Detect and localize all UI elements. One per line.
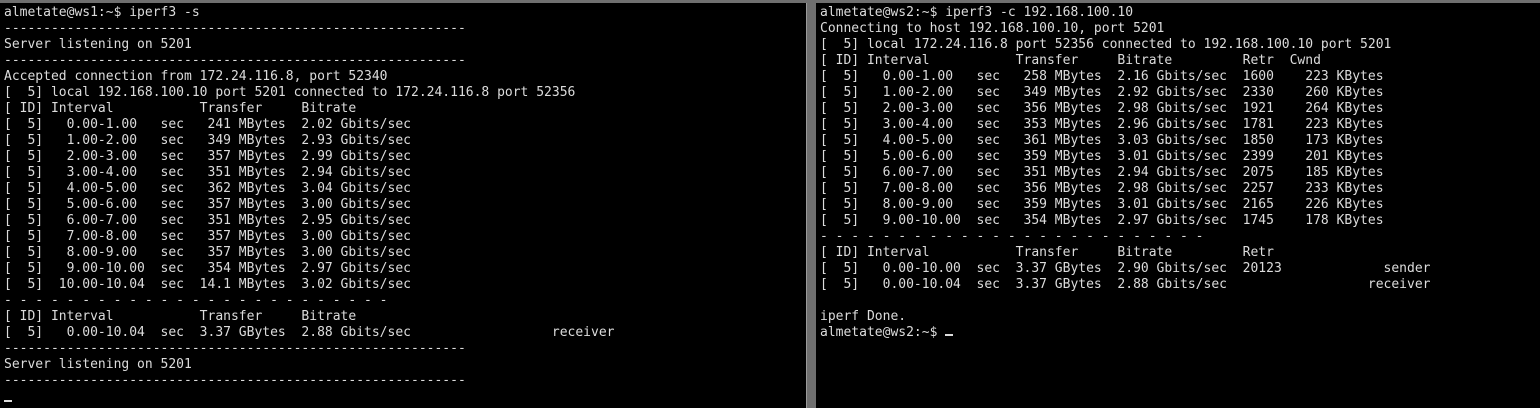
terminal-line: [ 5] 0.00-10.04 sec 3.37 GBytes 2.88 Gbi… <box>820 277 1431 292</box>
terminal-line: Server listening on 5201 <box>4 37 192 52</box>
terminal-cursor <box>4 400 12 402</box>
terminal-line: [ 5] 1.00-2.00 sec 349 MBytes 2.93 Gbits… <box>4 133 411 148</box>
terminal-line: [ 5] 3.00-4.00 sec 351 MBytes 2.94 Gbits… <box>4 165 411 180</box>
terminal-line: - - - - - - - - - - - - - - - - - - - - … <box>820 229 1204 244</box>
terminal-line: [ ID] Interval Transfer Bitrate Retr Cwn… <box>820 53 1321 68</box>
terminal-line: Accepted connection from 172.24.116.8, p… <box>4 69 388 84</box>
terminal-line: [ 5] 6.00-7.00 sec 351 MBytes 2.94 Gbits… <box>820 165 1384 180</box>
terminal-line: [ 5] 1.00-2.00 sec 349 MBytes 2.92 Gbits… <box>820 85 1384 100</box>
server-terminal-pane[interactable]: almetate@ws1:~$ iperf3 -s ---------------… <box>0 3 807 408</box>
terminal-line: [ 5] 0.00-10.00 sec 3.37 GBytes 2.90 Gbi… <box>820 261 1431 276</box>
terminal-line: [ ID] Interval Transfer Bitrate <box>4 101 357 116</box>
terminal-line: Connecting to host 192.168.100.10, port … <box>820 21 1165 36</box>
terminal-line: [ ID] Interval Transfer Bitrate <box>4 309 357 324</box>
terminal-line: - - - - - - - - - - - - - - - - - - - - … <box>4 293 388 308</box>
terminal-line: [ 5] 0.00-10.04 sec 3.37 GBytes 2.88 Gbi… <box>4 325 615 340</box>
terminal-line: [ 5] local 192.168.100.10 port 5201 conn… <box>4 85 576 100</box>
terminal-line: [ 5] 2.00-3.00 sec 357 MBytes 2.99 Gbits… <box>4 149 411 164</box>
terminal-line: [ 5] 7.00-8.00 sec 356 MBytes 2.98 Gbits… <box>820 181 1384 196</box>
terminal-line: ----------------------------------------… <box>4 53 466 68</box>
client-terminal-pane[interactable]: almetate@ws2:~$ iperf3 -c 192.168.100.10… <box>816 3 1540 408</box>
terminal-line: [ 5] 9.00-10.00 sec 354 MBytes 2.97 Gbit… <box>4 261 411 276</box>
terminal-line: [ 5] 8.00-9.00 sec 359 MBytes 3.01 Gbits… <box>820 197 1384 212</box>
terminal-line: [ 5] 9.00-10.00 sec 354 MBytes 2.97 Gbit… <box>820 213 1384 228</box>
terminal-line: [ 5] 2.00-3.00 sec 356 MBytes 2.98 Gbits… <box>820 101 1384 116</box>
terminal-line: almetate@ws2:~$ iperf3 -c 192.168.100.10 <box>820 5 1134 20</box>
terminal-line: [ 5] 8.00-9.00 sec 357 MBytes 3.00 Gbits… <box>4 245 411 260</box>
terminal-line: [ 5] 5.00-6.00 sec 359 MBytes 3.01 Gbits… <box>820 149 1384 164</box>
terminal-line: [ 5] 5.00-6.00 sec 357 MBytes 3.00 Gbits… <box>4 197 411 212</box>
terminal-line: [ 5] 4.00-5.00 sec 362 MBytes 3.04 Gbits… <box>4 181 411 196</box>
terminal-line: [ 5] 0.00-1.00 sec 241 MBytes 2.02 Gbits… <box>4 117 411 132</box>
server-terminal-output: almetate@ws1:~$ iperf3 -s ---------------… <box>0 3 806 405</box>
terminal-line: iperf Done. <box>820 309 907 324</box>
terminal-line: [ 5] 3.00-4.00 sec 353 MBytes 2.96 Gbits… <box>820 117 1384 132</box>
terminal-line: [ 5] 7.00-8.00 sec 357 MBytes 3.00 Gbits… <box>4 229 411 244</box>
terminal-line: almetate@ws1:~$ iperf3 -s <box>4 5 200 20</box>
terminal-line: [ 5] 6.00-7.00 sec 351 MBytes 2.95 Gbits… <box>4 213 411 228</box>
terminal-cursor <box>945 334 954 336</box>
client-terminal-output: almetate@ws2:~$ iperf3 -c 192.168.100.10… <box>816 3 1540 341</box>
terminal-line: Server listening on 5201 <box>4 357 192 372</box>
terminal-line: ----------------------------------------… <box>4 373 466 388</box>
terminal-line: [ 5] 0.00-1.00 sec 258 MBytes 2.16 Gbits… <box>820 69 1384 84</box>
terminal-line: ----------------------------------------… <box>4 21 466 36</box>
terminal-line: [ 5] local 172.24.116.8 port 52356 conne… <box>820 37 1392 52</box>
terminal-line: [ ID] Interval Transfer Bitrate Retr <box>820 245 1274 260</box>
terminal-line: [ 5] 4.00-5.00 sec 361 MBytes 3.03 Gbits… <box>820 133 1384 148</box>
terminal-line: ----------------------------------------… <box>4 341 466 356</box>
terminal-line: almetate@ws2:~$ <box>820 325 1540 341</box>
terminal-line: [ 5] 10.00-10.04 sec 14.1 MBytes 3.02 Gb… <box>4 277 411 292</box>
terminal-cursor-line <box>4 389 806 405</box>
